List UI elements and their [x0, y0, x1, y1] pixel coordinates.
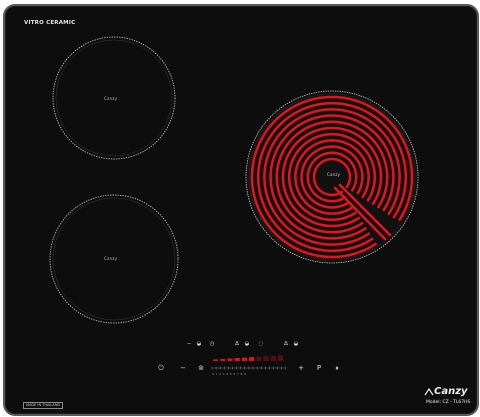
power-level-bar	[227, 358, 233, 361]
power-level-bar	[213, 359, 219, 361]
power-level-bar	[241, 357, 247, 361]
power-level-bar	[249, 357, 255, 361]
power-slider-scale: 0 1 2 3 4 5 6 7 8 9	[212, 372, 247, 376]
power-level-bar	[263, 356, 269, 361]
power-slider[interactable]	[0, 0, 480, 417]
power-level-bar	[256, 356, 262, 361]
power-level-bar	[220, 358, 226, 361]
power-level-bar	[270, 355, 276, 361]
power-level-bar	[277, 355, 283, 361]
power-level-bar	[234, 358, 240, 361]
